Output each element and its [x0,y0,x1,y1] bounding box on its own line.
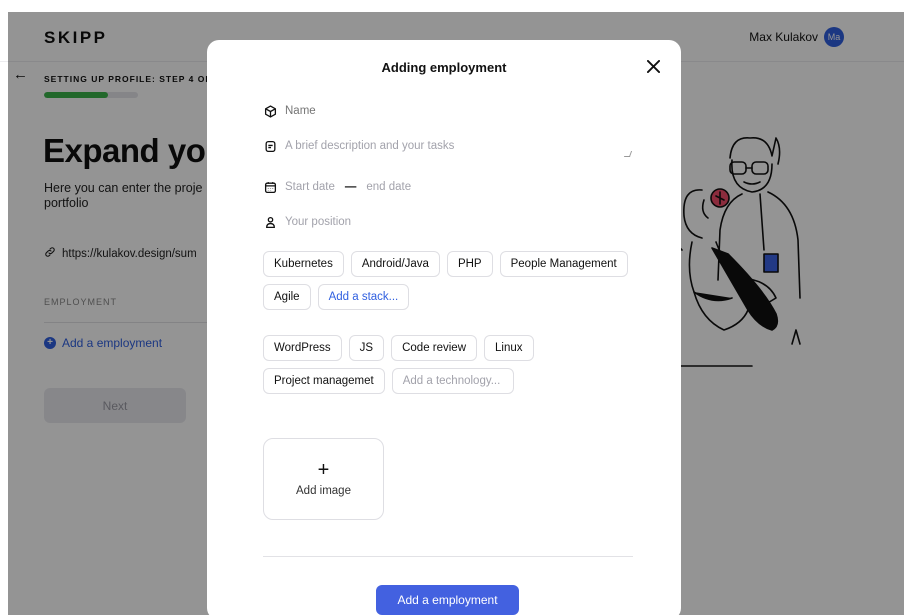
technology-chip[interactable]: Project managemet [263,368,385,394]
stack-chip[interactable]: Android/Java [350,251,440,277]
technology-chip[interactable]: Code review [391,335,478,361]
person-icon [263,215,277,229]
stack-chip[interactable]: PHP [446,251,493,277]
stack-chip[interactable]: Agile [263,284,311,310]
resize-handle-icon[interactable] [623,151,633,157]
stack-chip[interactable]: Kubernetes [263,251,344,277]
name-input[interactable] [285,105,585,117]
date-separator: — [344,181,357,193]
close-icon [646,59,660,73]
add-image-button[interactable]: + Add image [263,438,384,520]
add-stack-button[interactable]: Add a stack... [317,284,410,310]
start-date-input[interactable]: Start date [285,181,335,193]
stack-chip-list: Kubernetes Android/Java PHP People Manag… [263,251,643,310]
technology-chip[interactable]: JS [348,335,385,361]
date-range-field[interactable]: Start date — end date [263,180,411,194]
stack-chip[interactable]: People Management [499,251,628,277]
position-field[interactable]: Your position [263,215,351,229]
name-field[interactable] [263,104,585,118]
calendar-icon [263,180,277,194]
modal-divider [263,556,633,557]
modal-title: Adding employment [381,60,507,75]
description-input[interactable]: A brief description and your tasks [285,140,454,152]
close-button[interactable] [643,56,663,76]
add-technology-input[interactable]: Add a technology... [391,368,514,394]
document-icon [263,139,277,153]
plus-icon: + [317,459,330,481]
adding-employment-modal: Adding employment A brief description an… [207,40,681,615]
description-field[interactable]: A brief description and your tasks [263,139,454,153]
technology-chip[interactable]: Linux [484,335,534,361]
end-date-input[interactable]: end date [366,181,411,193]
technology-chip-list: WordPress JS Code review Linux Project m… [263,335,643,394]
box-icon [263,104,277,118]
technology-chip[interactable]: WordPress [263,335,342,361]
add-employment-button[interactable]: Add a employment [376,585,519,615]
add-image-label: Add image [296,485,351,497]
position-input[interactable]: Your position [285,216,351,228]
